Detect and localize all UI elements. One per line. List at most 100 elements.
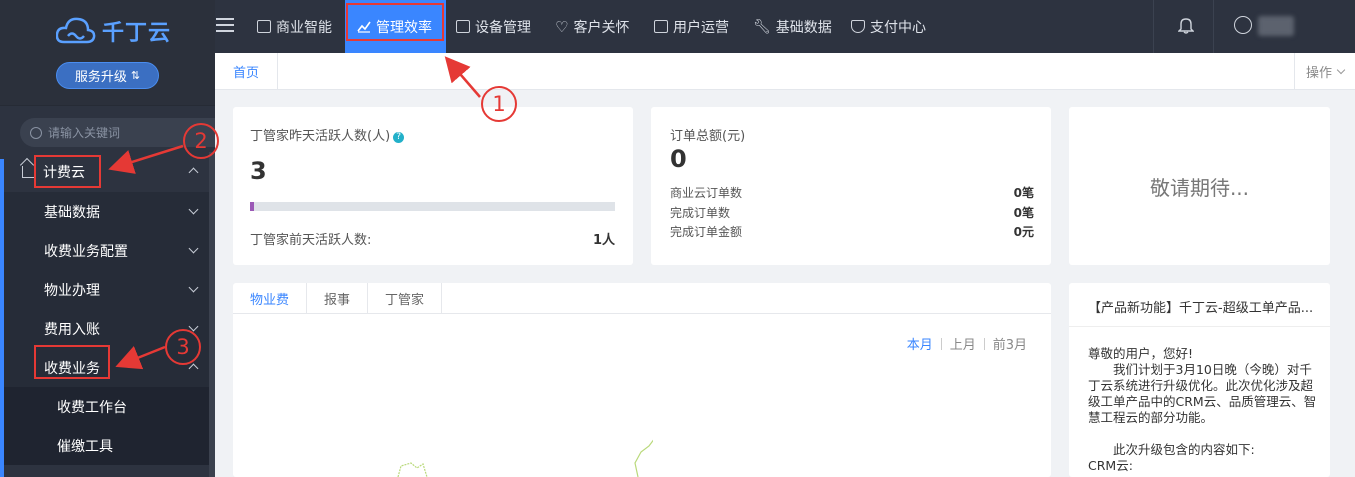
nav-customer-care[interactable]: ♡ 客户关怀 [555,0,629,53]
china-map[interactable] [393,408,653,477]
upgrade-label: 服务升级 [74,70,127,85]
nav-user-operations[interactable]: 用户运营 [654,0,729,53]
device-icon [456,20,470,33]
stat-value: 0笔 [1013,206,1034,220]
chevron-up-icon [188,167,199,178]
stat-label: 商业云订单数 [670,186,743,200]
wrench-icon: 🔧︎ [753,18,771,35]
nav-label: 商业智能 [276,19,332,36]
sidebar-scrollbar[interactable] [209,152,215,477]
coming-soon-card: 敬请期待... [1069,107,1330,265]
sidebar-item-label: 收费业务配置 [44,243,128,260]
nav-label: 设备管理 [475,19,531,36]
stat-value: 0笔 [1013,186,1034,200]
tab-property-fee[interactable]: 物业费 [233,283,308,314]
news-body: 尊敬的用户，您好! 我们计划于3月10日晚（今晚）对千丁云系统进行升级优化。此次… [1088,346,1318,474]
chevron-down-icon [188,243,199,254]
prev-active-row: 丁管家前天活跃人数: 1人 [250,229,615,248]
tab-home[interactable]: 首页 [215,53,278,89]
sidebar-menu: 计费云 基础数据 收费业务配置 物业办理 费用入账 收费业务 收费工作台 催缴工… [0,152,215,465]
active-users-value: 3 [250,157,267,185]
tab-bar: 首页 操作 [215,53,1355,90]
active-users-card: 丁管家昨天活跃人数(人)? 3 丁管家前天活跃人数: 1人 [233,107,633,265]
stat-row: 完成订单金额 0元 [670,223,1034,240]
sidebar-item-property[interactable]: 物业办理 [0,270,215,309]
sidebar-item-dunning-tool[interactable]: 催缴工具 [0,426,215,465]
nav-divider [1153,0,1154,53]
chart-card: 物业费 报事 丁管家 本月 上月 前3月 [233,283,1051,477]
operations-dropdown[interactable]: 操作 [1294,53,1355,89]
news-card: 【产品新功能】千丁云-超级工单产品... 尊敬的用户，您好! 我们计划于3月10… [1069,283,1330,477]
username-blurred[interactable] [1258,16,1294,36]
period-last-3-months[interactable]: 前3月 [993,334,1027,353]
nav-business-intelligence[interactable]: 商业智能 [257,0,332,53]
help-icon[interactable]: ? [393,132,405,143]
logo-area: 千丁云 服务升级 ⇅ [0,0,215,106]
sidebar: 千丁云 服务升级 ⇅ 请输入关键词 计费云 基础数据 收费业务配置 物业办理 费… [0,0,215,477]
search-placeholder: 请输入关键词 [48,126,121,140]
logo[interactable]: 千丁云 [56,14,171,48]
progress-bar [250,202,615,211]
nav-divider [1213,0,1214,53]
search-icon [30,126,42,139]
heart-icon: ♡ [555,17,569,36]
active-indicator [0,159,4,477]
sidebar-item-label: 收费工作台 [57,399,127,416]
nav-label: 支付中心 [870,19,926,36]
sidebar-item-label: 物业办理 [44,282,100,299]
sidebar-item-fee-workbench[interactable]: 收费工作台 [0,387,215,426]
nav-label: 客户关怀 [573,19,630,36]
orders-total-value: 0 [670,145,687,173]
sidebar-item-label: 催缴工具 [57,438,113,455]
sidebar-item-fee-config[interactable]: 收费业务配置 [0,231,215,270]
coming-soon-text: 敬请期待... [1149,175,1250,200]
card-title: 丁管家昨天活跃人数(人)? [250,125,405,144]
annotation-marker: 1 [481,86,517,122]
sidebar-item-basic-data[interactable]: 基础数据 [0,192,215,231]
sort-icon: ⇅ [130,69,141,82]
period-this-month[interactable]: 本月 [907,334,933,353]
chevron-down-icon [188,204,199,215]
nav-label: 基础数据 [775,19,832,36]
annotation-marker: 3 [165,329,201,365]
tab-dingguanjia[interactable]: 丁管家 [368,283,443,314]
chevron-down-icon [1336,65,1346,74]
stat-row: 商业云订单数 0笔 [670,184,1034,201]
sidebar-item-billing-cloud[interactable]: 计费云 [0,152,215,192]
nav-label: 用户运营 [673,19,729,36]
annotation-marker: 2 [183,123,219,159]
period-switch: 本月 上月 前3月 [907,334,1027,353]
orders-card: 订单总额(元) 0 商业云订单数 0笔 完成订单数 0笔 完成订单金额 0元 [651,107,1051,265]
sidebar-item-label: 费用入账 [44,321,100,338]
nav-payment-center[interactable]: 支付中心 [851,0,926,53]
chart-building-icon [257,20,271,33]
annotation-box [346,3,444,41]
upgrade-button[interactable]: 服务升级 ⇅ [56,62,159,89]
bell-icon[interactable] [1178,16,1194,34]
user-avatar-icon[interactable] [1234,16,1252,34]
stat-label: 完成订单数 [670,206,731,220]
prev-active-value: 1人 [592,233,615,248]
card-title: 订单总额(元) [670,129,746,144]
chevron-down-icon [188,282,199,293]
user-card-icon [654,20,668,33]
prev-active-label: 丁管家前天活跃人数: [250,233,372,248]
stat-value: 0元 [1013,225,1034,239]
nav-basic-data[interactable]: 🔧︎ 基础数据 [753,0,832,53]
nav-device-management[interactable]: 设备管理 [456,0,531,53]
news-greeting: 尊敬的用户，您好! [1088,346,1194,361]
logo-text: 千丁云 [102,21,172,46]
operations-label: 操作 [1305,65,1332,81]
period-last-month[interactable]: 上月 [950,334,976,353]
tab-report[interactable]: 报事 [307,283,369,314]
stat-row: 完成订单数 0笔 [670,204,1034,221]
stat-label: 完成订单金额 [670,225,743,239]
progress-fill [250,202,254,211]
cloud-logo-icon [56,17,96,44]
divider [1069,326,1330,327]
news-title[interactable]: 【产品新功能】千丁云-超级工单产品... [1088,297,1313,316]
card-title-text: 丁管家昨天活跃人数(人) [250,129,391,144]
annotation-box [34,155,101,188]
menu-toggle-icon[interactable] [216,18,234,32]
news-paragraph: 此次升级包含的内容如下: [1113,442,1255,457]
